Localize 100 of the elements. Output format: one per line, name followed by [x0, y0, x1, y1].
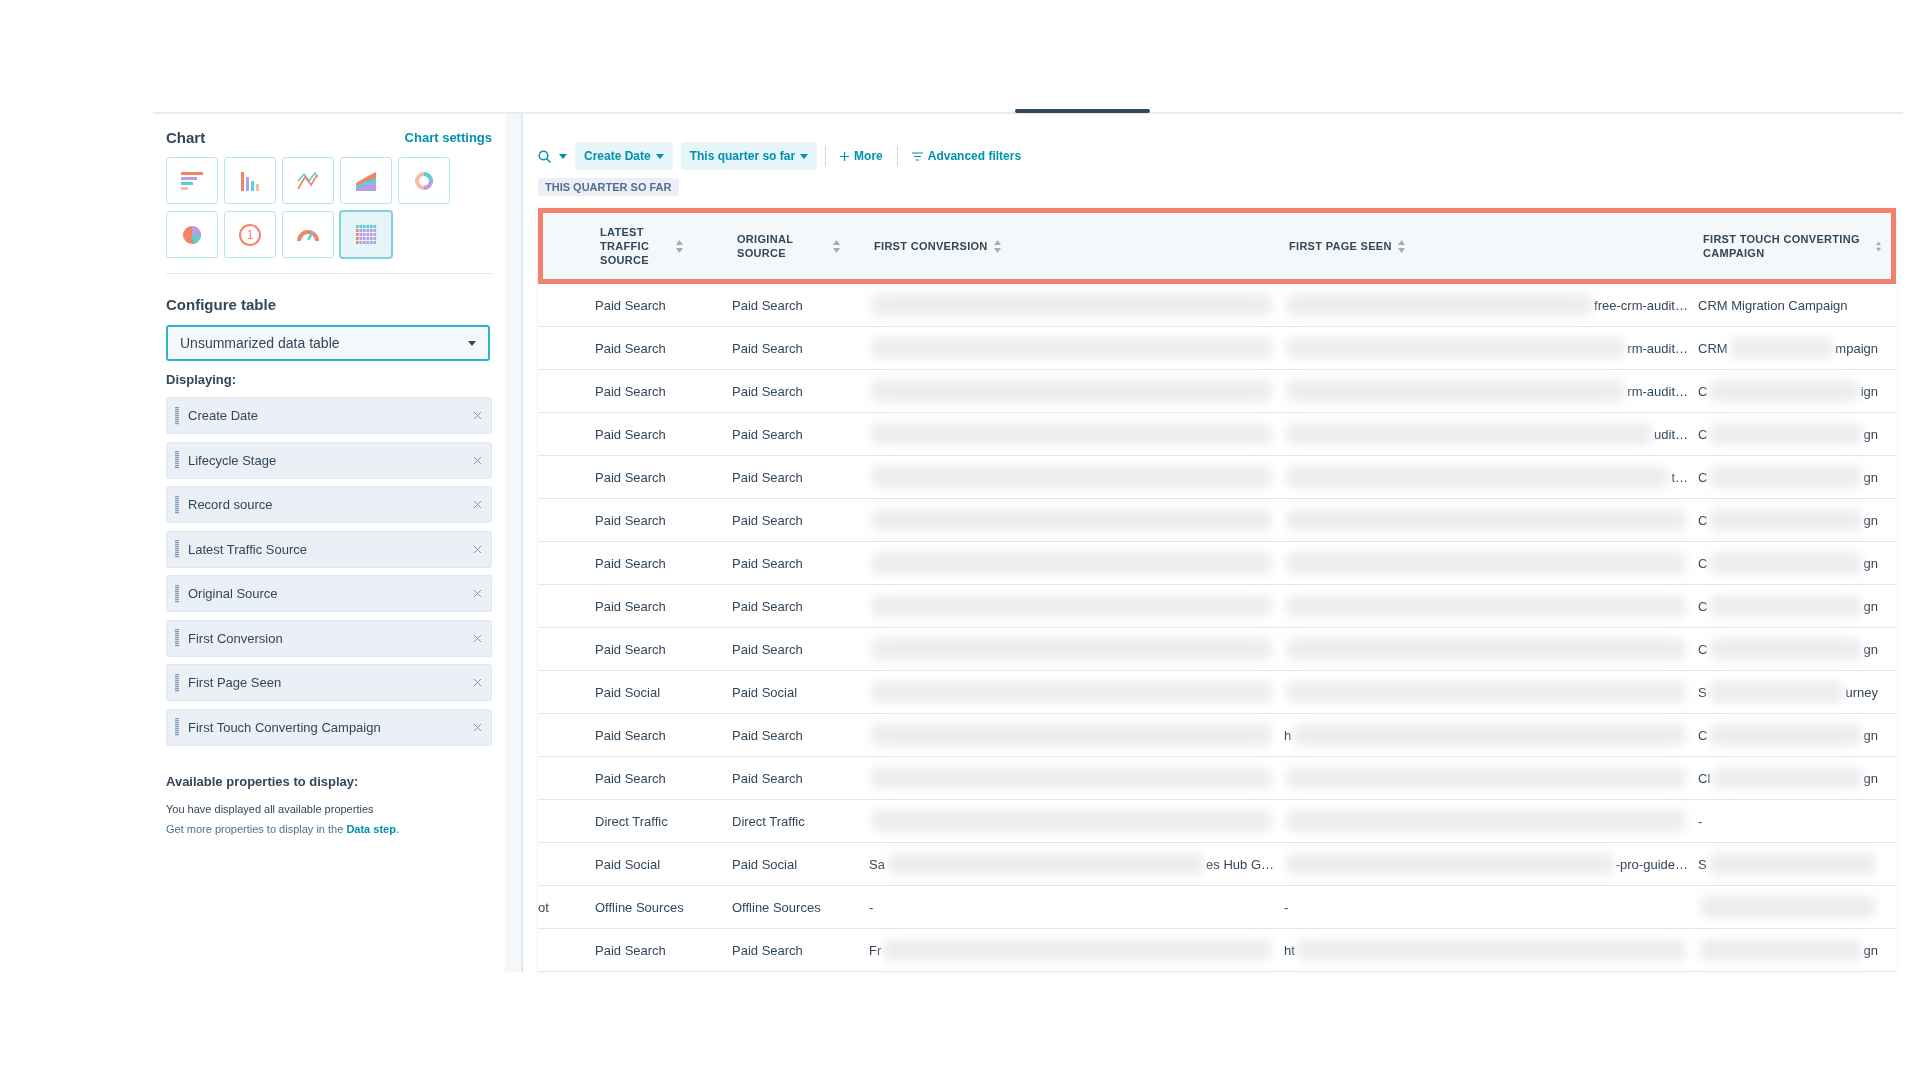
table-cell: ht: [1284, 942, 1295, 958]
property-item[interactable]: Original Source: [166, 575, 492, 612]
close-icon[interactable]: [474, 723, 481, 731]
close-icon[interactable]: [474, 501, 481, 508]
table-cell-text: Paid Search: [732, 641, 804, 657]
table-cell: es Hub G…: [1206, 856, 1274, 872]
chart-type-button[interactable]: [166, 211, 218, 258]
property-item[interactable]: Lifecycle Stage: [166, 441, 492, 479]
drag-handle-icon[interactable]: [175, 495, 179, 514]
sort-icon[interactable]: [993, 239, 1001, 253]
table-cell: gn: [1863, 727, 1878, 743]
property-item[interactable]: Latest Traffic Source: [166, 530, 492, 568]
table-cell: ign: [1860, 383, 1878, 399]
table-cell: C: [1698, 727, 1708, 743]
table-cell: S: [1698, 856, 1707, 872]
close-icon[interactable]: [474, 590, 481, 597]
table-cell-text: -: [869, 899, 875, 915]
table-cell: C: [1698, 426, 1708, 442]
chart-type-button[interactable]: [340, 157, 392, 204]
table-cell-text: Paid Search: [595, 770, 667, 786]
drag-handle-icon[interactable]: [175, 584, 179, 603]
chart-type-button[interactable]: [398, 157, 450, 204]
table-cell-text: Paid Search: [732, 469, 804, 485]
table-cell-text: Paid Search: [732, 598, 804, 614]
table-cell: gn: [1863, 598, 1878, 614]
table-cell: h: [1284, 727, 1292, 743]
property-item[interactable]: First Conversion: [166, 619, 492, 657]
drag-handle-icon[interactable]: [175, 406, 179, 425]
close-icon[interactable]: [474, 634, 481, 642]
table-cell-text: CRM Migration Campaign: [1698, 297, 1849, 313]
property-label: Record source: [188, 497, 274, 512]
drag-handle-icon[interactable]: [175, 673, 179, 692]
column-header[interactable]: FIRST PAGE SEEN: [1289, 239, 1392, 253]
table-cell-text: Paid Search: [595, 340, 667, 356]
property-label: Latest Traffic Source: [188, 541, 308, 557]
drag-handle-icon[interactable]: [175, 629, 179, 647]
table-cell-text: Paid Search: [595, 512, 667, 528]
table-icon: [353, 222, 379, 247]
chart-type-button[interactable]: [340, 211, 392, 258]
chart-type-button[interactable]: [282, 211, 334, 258]
table-cell: -pro-guide…: [1615, 856, 1688, 872]
table-cell: gn: [1863, 641, 1878, 657]
sort-icon[interactable]: [833, 239, 840, 253]
table-cell: C: [1698, 383, 1708, 399]
table-cell-text: Paid Search: [595, 469, 667, 485]
table-cell-text: Paid Search: [732, 727, 804, 743]
search-icon[interactable]: [538, 149, 551, 163]
advanced-filters-button[interactable]: Advanced filters: [905, 149, 1028, 163]
close-icon[interactable]: [474, 679, 481, 686]
sort-icon[interactable]: [1397, 239, 1405, 253]
table-cell: rm-audit…: [1627, 340, 1688, 356]
column-header[interactable]: FIRST CONVERSION: [874, 239, 988, 253]
table-cell-text: Paid Search: [732, 942, 804, 958]
table-type-select[interactable]: Unsummarized data table: [166, 325, 490, 361]
drag-handle-icon[interactable]: [175, 540, 179, 558]
table-cell-text: Offline Sources: [732, 899, 822, 915]
drag-handle-icon[interactable]: [175, 718, 179, 736]
table-cell: Sa: [869, 856, 885, 872]
section-title: Configure table: [166, 296, 277, 313]
chart-type-button[interactable]: [166, 157, 218, 204]
info-text: You have displayed all available properties: [166, 802, 375, 815]
sort-icon[interactable]: [1875, 239, 1881, 253]
table-cell-text: Paid Search: [595, 641, 667, 657]
property-item[interactable]: First Touch Converting Campaign: [166, 708, 492, 746]
table-cell: gn: [1863, 770, 1878, 786]
more-button[interactable]: More: [834, 149, 889, 163]
table-cell-text: -: [1698, 813, 1704, 829]
table-cell-text: Paid Social: [595, 856, 662, 872]
table-cell: gn: [1863, 426, 1878, 442]
property-label: First Touch Converting Campaign: [188, 719, 382, 735]
column-header[interactable]: ORIGINAL SOURCE: [737, 232, 827, 260]
column-header[interactable]: LATEST TRAFFIC SOURCE: [600, 225, 670, 267]
chart-settings-link[interactable]: Chart settings: [404, 130, 492, 145]
drag-handle-icon[interactable]: [175, 451, 179, 469]
close-icon[interactable]: [474, 545, 481, 553]
table-cell: free-crm-audit…: [1594, 297, 1688, 313]
data-step-link[interactable]: Data step: [346, 822, 396, 835]
column-header[interactable]: FIRST TOUCH CONVERTING CAMPAIGN: [1703, 232, 1870, 260]
close-icon[interactable]: [474, 412, 481, 419]
table-cell-text: Paid Search: [732, 512, 804, 528]
info-text: Get more properties to display in the Data step.: [166, 822, 400, 835]
table-cell: udit…: [1654, 426, 1688, 442]
chart-type-button[interactable]: [282, 157, 334, 204]
table-cell-text: -: [1284, 899, 1290, 915]
property-item[interactable]: First Page Seen: [166, 664, 492, 701]
property-label: First Conversion: [188, 630, 284, 646]
property-item[interactable]: Record source: [166, 486, 492, 523]
close-icon[interactable]: [474, 456, 481, 464]
property-label: Original Source: [188, 586, 279, 601]
table-cell-text: Paid Search: [732, 383, 804, 399]
section-subtitle: Available properties to display:: [166, 773, 360, 789]
table-cell: ot: [538, 899, 549, 915]
caret-icon: [655, 153, 664, 159]
table-cell-text: Paid Search: [595, 555, 667, 571]
table-cell: C: [1698, 512, 1708, 528]
table-cell: C: [1698, 641, 1708, 657]
sort-icon[interactable]: [676, 239, 683, 253]
table-cell-text: Paid Search: [595, 942, 667, 958]
property-item[interactable]: Create Date: [166, 397, 492, 434]
chart-type-button[interactable]: [224, 157, 276, 204]
